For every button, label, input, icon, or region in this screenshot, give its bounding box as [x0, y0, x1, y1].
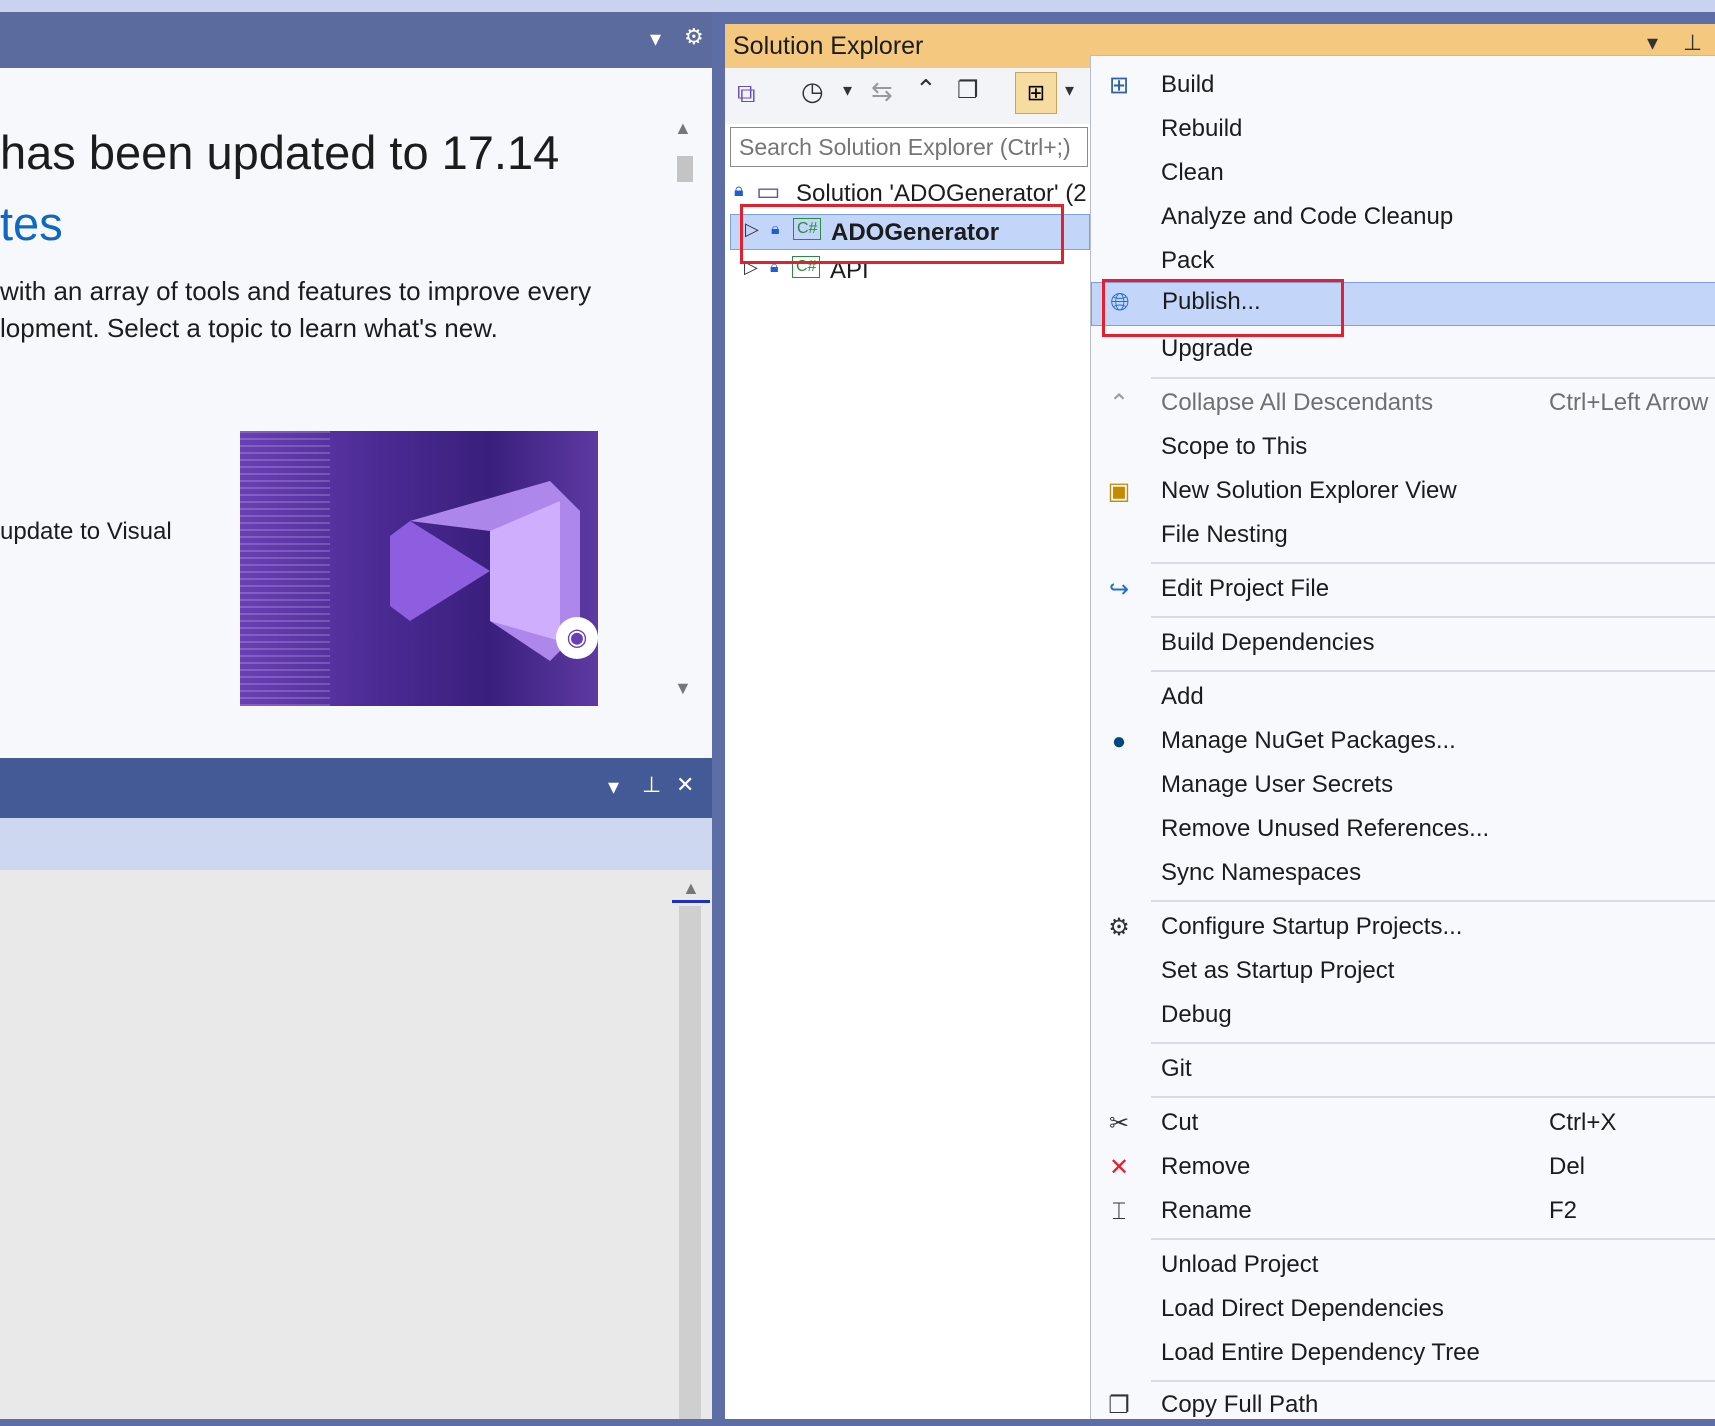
- copy-icon: ❐: [1108, 1392, 1130, 1419]
- menu-item-manage-user-secrets[interactable]: Manage User Secrets: [1091, 766, 1715, 806]
- scroll-up-icon[interactable]: ▲: [674, 118, 692, 139]
- visual-studio-logo-icon: [390, 481, 580, 661]
- scroll-down-icon[interactable]: ▼: [674, 678, 692, 699]
- chevron-down-icon[interactable]: ▾: [843, 80, 852, 101]
- scroll-up-icon[interactable]: ▲: [682, 878, 700, 899]
- scissors-icon: ✂: [1108, 1110, 1130, 1137]
- menu-separator: [1151, 1380, 1715, 1382]
- visual-studio-promo-image: ◉: [240, 431, 598, 706]
- gear-icon[interactable]: ⚙: [684, 24, 704, 50]
- whats-new-panel-header: ▾ ⚙: [0, 12, 712, 68]
- menu-item-configure-startup[interactable]: ⚙ Configure Startup Projects...: [1091, 908, 1715, 948]
- release-notes-link[interactable]: tes: [0, 196, 63, 251]
- menu-item-load-direct-deps[interactable]: Load Direct Dependencies: [1091, 1290, 1715, 1330]
- menu-item-rename[interactable]: ⌶ Rename F2: [1091, 1192, 1715, 1232]
- menu-item-load-entire-tree[interactable]: Load Entire Dependency Tree: [1091, 1334, 1715, 1374]
- menu-separator: [1151, 1238, 1715, 1240]
- whats-new-scrollbar[interactable]: ▲ ▼: [670, 118, 698, 718]
- menu-item-remove-unused-refs[interactable]: Remove Unused References...: [1091, 810, 1715, 850]
- menu-separator: [1151, 1096, 1715, 1098]
- menu-item-cut[interactable]: ✂ Cut Ctrl+X: [1091, 1104, 1715, 1144]
- eye-icon[interactable]: ◉: [556, 617, 598, 659]
- solution-explorer-title: Solution Explorer: [733, 32, 924, 60]
- menu-item-add[interactable]: Add: [1091, 678, 1715, 718]
- menu-separator: [1151, 900, 1715, 902]
- nuget-icon: ●: [1111, 728, 1127, 755]
- menu-item-file-nesting[interactable]: File Nesting: [1091, 516, 1715, 556]
- chevron-down-icon[interactable]: ▾: [650, 26, 661, 52]
- menu-separator: [1151, 616, 1715, 618]
- intro-paragraph-line-2: lopment. Select a topic to learn what's …: [0, 313, 498, 343]
- menu-item-pack[interactable]: Pack: [1091, 242, 1715, 282]
- pending-changes-icon[interactable]: ◷: [801, 76, 824, 107]
- intro-paragraph-line-1: with an array of tools and features to i…: [0, 276, 592, 306]
- top-border-strip: [0, 0, 1715, 12]
- collapse-all-icon[interactable]: ⌃: [915, 74, 937, 105]
- pin-icon[interactable]: ⊥: [1683, 30, 1702, 56]
- build-icon: ⊞: [1108, 72, 1130, 99]
- rename-icon: ⌶: [1111, 1198, 1127, 1225]
- menu-separator: [1151, 670, 1715, 672]
- chevron-down-icon[interactable]: ▾: [608, 774, 619, 800]
- close-icon[interactable]: ✕: [676, 772, 694, 798]
- scroll-position-marker: [672, 900, 710, 903]
- chevron-down-icon[interactable]: ▾: [1065, 80, 1074, 101]
- menu-item-clean[interactable]: Clean: [1091, 154, 1715, 194]
- menu-item-edit-project-file[interactable]: ↪ Edit Project File: [1091, 570, 1715, 610]
- red-x-icon: ✕: [1108, 1154, 1130, 1181]
- solution-explorer-search[interactable]: [730, 127, 1088, 167]
- pin-icon[interactable]: ⊥: [642, 772, 661, 798]
- output-panel-body: [0, 870, 712, 1419]
- menu-item-build-dependencies[interactable]: Build Dependencies: [1091, 624, 1715, 664]
- new-window-icon: ▣: [1107, 478, 1131, 505]
- menu-item-build[interactable]: ⊞ Build: [1091, 66, 1715, 106]
- menu-item-git[interactable]: Git: [1091, 1050, 1715, 1090]
- annotation-highlight-publish: [1102, 279, 1344, 337]
- output-panel-toolbar: [0, 818, 712, 870]
- redo-arrow-icon: ↪: [1108, 576, 1130, 603]
- menu-item-rebuild[interactable]: Rebuild: [1091, 110, 1715, 150]
- scrollbar-thumb[interactable]: [677, 156, 693, 182]
- output-scrollbar[interactable]: ▲: [672, 870, 712, 1419]
- update-text: update to Visual: [0, 518, 172, 545]
- sync-icon[interactable]: ⇆: [871, 76, 893, 107]
- lock-icon: 🔒︎: [734, 180, 744, 200]
- solution-explorer-toolbar: ⧉ ◷ ▾ ⇆ ⌃ ❐ ⊞ ▾: [725, 68, 1090, 124]
- solution-icon: ▭: [756, 176, 781, 206]
- annotation-highlight-project: [740, 204, 1064, 264]
- menu-item-manage-nuget[interactable]: ● Manage NuGet Packages...: [1091, 722, 1715, 762]
- menu-separator: [1151, 377, 1715, 379]
- menu-item-new-view[interactable]: ▣ New Solution Explorer View: [1091, 472, 1715, 512]
- show-all-files-icon[interactable]: ⊞: [1015, 72, 1057, 114]
- project-context-menu: ⊞ Build Rebuild Clean Analyze and Code Cl…: [1090, 55, 1715, 1419]
- chevron-up-icon: ⌃: [1108, 390, 1130, 417]
- menu-item-collapse-all[interactable]: ⌃ Collapse All Descendants Ctrl+Left Arrow: [1091, 384, 1715, 424]
- menu-item-scope-to-this[interactable]: Scope to This: [1091, 428, 1715, 468]
- menu-separator: [1151, 1042, 1715, 1044]
- gear-icon: ⚙: [1108, 914, 1130, 941]
- panel-splitter[interactable]: [712, 12, 725, 1419]
- menu-item-sync-namespaces[interactable]: Sync Namespaces: [1091, 854, 1715, 894]
- switch-views-icon[interactable]: ⧉: [737, 78, 756, 110]
- menu-item-copy-full-path[interactable]: ❐ Copy Full Path: [1091, 1386, 1715, 1426]
- output-panel-header: ▾ ⊥ ✕: [0, 758, 712, 818]
- scrollbar-track[interactable]: [679, 906, 701, 1419]
- menu-item-analyze[interactable]: Analyze and Code Cleanup: [1091, 198, 1715, 238]
- whats-new-heading: has been updated to 17.14: [0, 126, 560, 179]
- chevron-down-icon[interactable]: ▾: [1647, 30, 1658, 56]
- menu-separator: [1151, 562, 1715, 564]
- search-input[interactable]: [731, 128, 1087, 166]
- menu-item-debug[interactable]: Debug: [1091, 996, 1715, 1036]
- menu-item-set-startup[interactable]: Set as Startup Project: [1091, 952, 1715, 992]
- menu-item-remove[interactable]: ✕ Remove Del: [1091, 1148, 1715, 1188]
- copy-icon[interactable]: ❐: [957, 76, 979, 105]
- menu-item-unload-project[interactable]: Unload Project: [1091, 1246, 1715, 1286]
